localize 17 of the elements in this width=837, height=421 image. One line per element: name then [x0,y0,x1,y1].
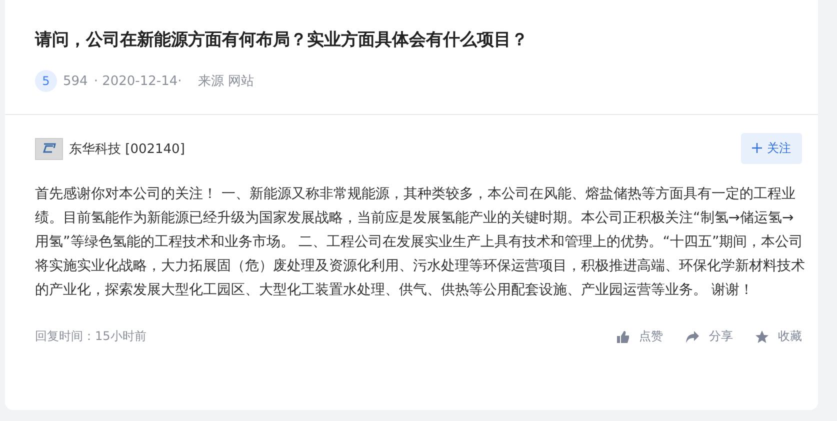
question-source: 来源 网站 [198,73,254,90]
star-icon [755,330,769,344]
plus-icon [752,143,762,153]
follow-button[interactable]: 关注 [741,133,802,164]
share-button[interactable]: 分享 [685,328,733,345]
question-title: 请问，公司在新能源方面有何布局？实业方面具体会有什么项目？ [35,29,529,51]
thumbs-up-icon [616,330,630,344]
count-badge: 5 [35,70,57,92]
favorite-button[interactable]: 收藏 [755,328,802,345]
share-arrow-icon [685,330,700,344]
view-count: 594 [63,74,88,88]
company-name[interactable]: 东华科技 [002140] [69,140,185,158]
company-logo-icon [35,138,63,160]
question-date: · 2020-12-14· [94,74,182,88]
answer-text: 首先感谢你对本公司的关注！ 一、新能源又称非常规能源，其种类较多，本公司在风能、熔盐储热等方面具有一定的工程业绩。目前氢能作为新能源已经升级为国家发展战略，当前应是发展氢能产业的关键时期。本公司正积极关注“制氢→储运氢→用氢”等绿色氢能的工程技术和业务市场。 二、工程公司在发展实业生产上具有技术和管理上的优势。“十四五”期间，本公司将实施实业化战略，大力拓展固（危）废处理及资源化利用、污水处理等环保运营项目，积极推进高端、环保化学新材料技术的产业化，探索发展大型化工园区、大型化工装置水处理、供气、供热等公用配套设施、产业园运营等业务。 谢谢！ [35,185,805,300]
reply-time: 回复时间：15小时前 [35,328,146,345]
like-button[interactable]: 点赞 [616,328,663,345]
